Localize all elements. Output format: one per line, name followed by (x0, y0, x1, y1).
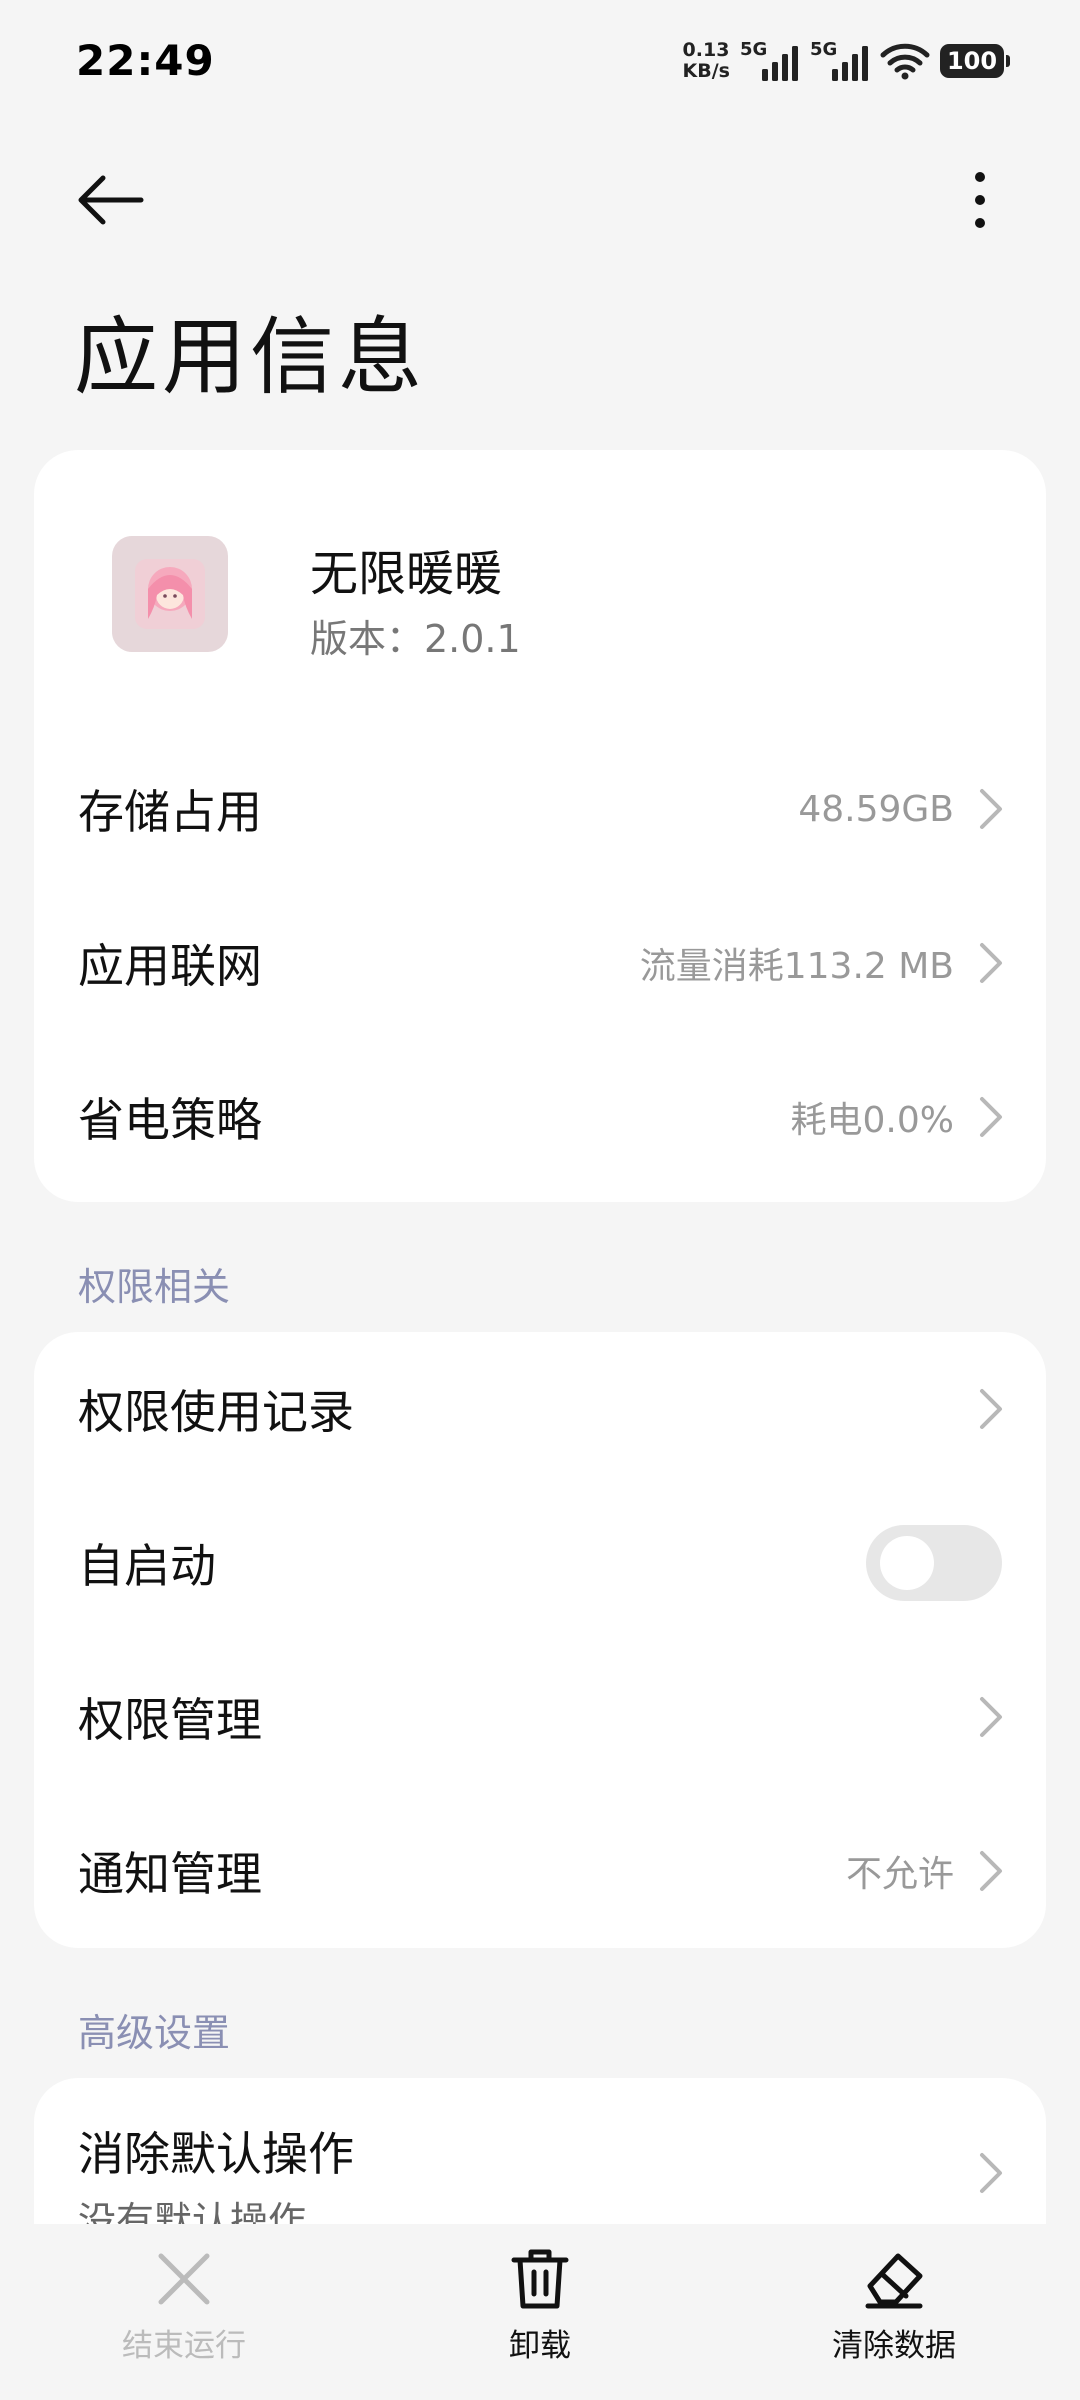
chevron-right-icon (980, 789, 1002, 829)
back-arrow-icon (78, 175, 144, 225)
advanced-section-title: 高级设置 (78, 2011, 231, 2055)
app-name: 无限暖暖 (310, 546, 503, 602)
app-info-screen: 22:49 0.13 KB/s 5G 5G 100 应用信息 无限暖暖 版本：2… (0, 0, 1080, 2400)
storage-row[interactable]: 存储占用 48.59GB (34, 732, 1046, 886)
back-button[interactable] (70, 160, 150, 240)
more-options-button[interactable] (940, 160, 1020, 240)
app-icon (112, 536, 228, 652)
uninstall-button[interactable]: 卸载 (420, 2244, 660, 2365)
signal-group-2: 5G (810, 39, 870, 81)
clear-data-button[interactable]: 清除数据 (774, 2244, 1014, 2365)
clear-defaults-label: 消除默认操作 (78, 2127, 354, 2181)
chevron-right-icon (980, 1851, 1002, 1891)
clear-data-label: 清除数据 (832, 2328, 956, 2364)
app-summary-card: 无限暖暖 版本：2.0.1 存储占用 48.59GB 应用联网 流量消耗113.… (34, 450, 1046, 1202)
permissions-section-title: 权限相关 (78, 1265, 231, 1309)
network-row[interactable]: 应用联网 流量消耗113.2 MB (34, 886, 1046, 1040)
chevron-right-icon (980, 1389, 1002, 1429)
battery-saver-label: 省电策略 (78, 1093, 262, 1147)
chevron-right-icon (980, 943, 1002, 983)
app-version: 版本：2.0.1 (310, 617, 521, 661)
battery-indicator: 100 (940, 44, 1010, 78)
autostart-label: 自启动 (78, 1539, 216, 1593)
cellular-signal-icon (832, 46, 868, 81)
notification-manage-value: 不允许 (845, 1854, 954, 1895)
eraser-icon (859, 2244, 929, 2314)
status-time: 22:49 (76, 36, 215, 85)
toggle-knob (880, 1536, 934, 1590)
signal-group-1: 5G (740, 39, 800, 81)
permission-manage-row[interactable]: 权限管理 (34, 1640, 1046, 1794)
trash-icon (505, 2244, 575, 2314)
uninstall-label: 卸载 (509, 2328, 571, 2364)
network-speed: 0.13 KB/s (683, 40, 730, 82)
status-bar: 22:49 0.13 KB/s 5G 5G 100 (0, 0, 1080, 125)
page-title: 应用信息 (74, 308, 427, 406)
close-icon (149, 2244, 219, 2314)
bottom-action-bar: 结束运行 卸载 清除数据 (0, 2224, 1080, 2400)
notification-manage-label: 通知管理 (78, 1847, 262, 1901)
autostart-toggle[interactable] (866, 1525, 1002, 1601)
network-speed-value: 0.13 (682, 39, 730, 61)
notification-manage-row[interactable]: 通知管理 不允许 (34, 1794, 1046, 1948)
app-character-icon (135, 559, 205, 629)
more-vertical-icon (975, 172, 985, 228)
permission-usage-row[interactable]: 权限使用记录 (34, 1332, 1046, 1486)
storage-value: 48.59GB (798, 788, 954, 830)
wifi-icon (880, 43, 930, 80)
battery-saver-value: 耗电0.0% (790, 1100, 954, 1141)
chevron-right-icon (980, 1097, 1002, 1137)
force-stop-label: 结束运行 (122, 2328, 246, 2364)
autostart-row[interactable]: 自启动 (34, 1486, 1046, 1640)
cellular-signal-icon (762, 46, 798, 81)
permission-usage-label: 权限使用记录 (78, 1385, 354, 1439)
app-header: 无限暖暖 版本：2.0.1 (34, 450, 1046, 710)
force-stop-button[interactable]: 结束运行 (64, 2244, 304, 2365)
chevron-right-icon (980, 1697, 1002, 1737)
battery-saver-row[interactable]: 省电策略 耗电0.0% (34, 1040, 1046, 1194)
permission-manage-label: 权限管理 (78, 1693, 262, 1747)
storage-label: 存储占用 (78, 785, 262, 839)
permissions-card: 权限使用记录 自启动 权限管理 通知管理 不允许 (34, 1332, 1046, 1948)
network-value: 流量消耗113.2 MB (639, 946, 954, 987)
network-label: 应用联网 (78, 939, 262, 993)
status-icons: 0.13 KB/s 5G 5G 100 (683, 38, 1010, 84)
chevron-right-icon (980, 2153, 1002, 2193)
network-speed-unit: KB/s (682, 60, 730, 82)
